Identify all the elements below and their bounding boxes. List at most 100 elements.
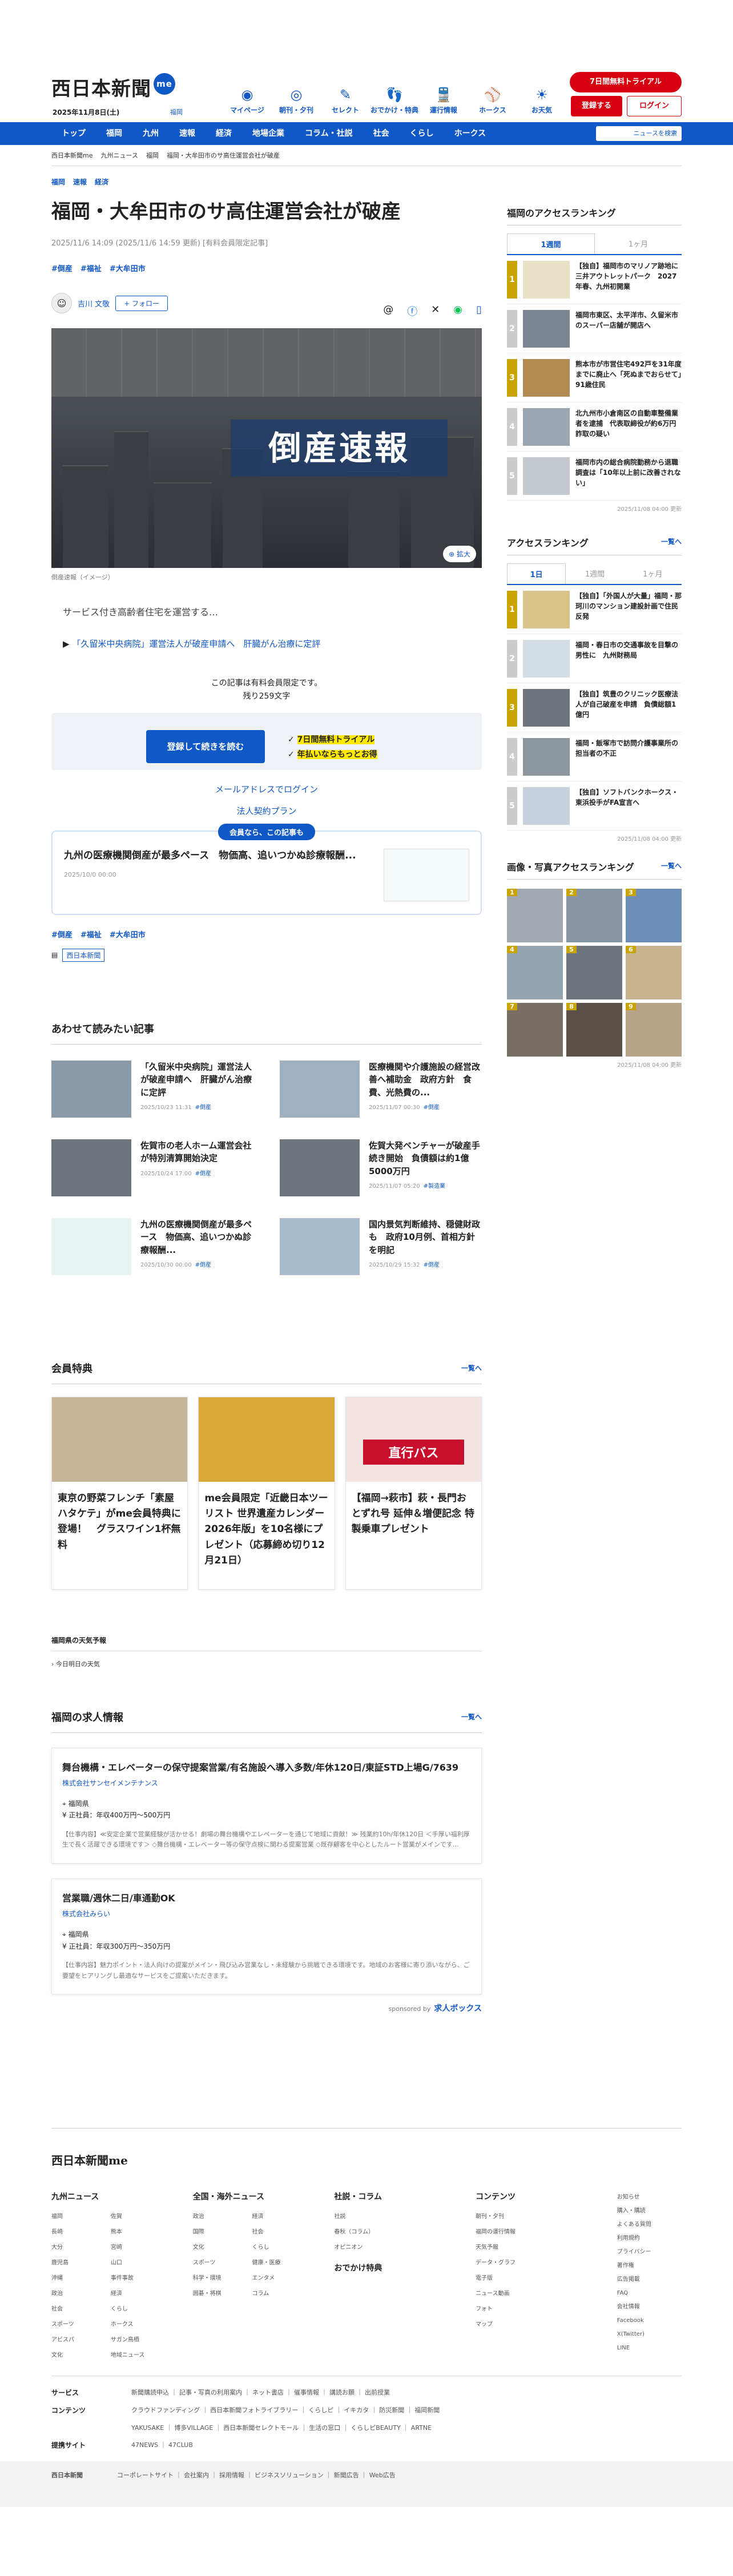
jobs-more-link[interactable]: 一覧へ	[461, 1712, 482, 1722]
footer-link[interactable]: FAQ	[617, 2287, 682, 2300]
ranking-item[interactable]: 5 福岡市内の総合病院勤務から退職 調査は「10年以上前に改善されない」	[507, 451, 685, 501]
photo-item[interactable]: 9	[626, 1003, 682, 1057]
footer-link[interactable]: 事件事故	[111, 2273, 170, 2281]
footer-link[interactable]: 利用規約	[617, 2232, 682, 2246]
footer-link[interactable]: 長崎	[51, 2227, 111, 2235]
nav-kyushu[interactable]: 九州	[132, 122, 169, 145]
photo-item[interactable]: 3	[626, 889, 682, 942]
footer-link[interactable]: エンタメ	[252, 2273, 312, 2281]
photo-more-link[interactable]: 一覧へ	[661, 861, 682, 870]
footer-link[interactable]: 熊本	[111, 2227, 170, 2235]
ranking-item[interactable]: 2 福岡市東区、太平洋市、久留米市のスーパー店舗が開店へ	[507, 304, 682, 353]
footer-link[interactable]: Facebook	[617, 2314, 682, 2328]
footer-link[interactable]: 囲碁・将棋	[193, 2288, 252, 2297]
ranking-item[interactable]: 3 【独自】筑豊のクリニック医療法人が自己破産を申請 負債総額1億円	[507, 683, 682, 732]
footer-link[interactable]: 社会	[252, 2227, 312, 2235]
footer-link[interactable]: よくある質問	[617, 2218, 682, 2232]
footer-link[interactable]: ホークス	[111, 2319, 170, 2328]
perk-card[interactable]: 直行バス 【福岡→萩市】萩・長門おとずれ号 延伸＆増便記念 特製乗車プレゼント	[345, 1396, 482, 1590]
bookmark-icon[interactable]: ▯	[476, 304, 482, 319]
search-icon[interactable]: ⌕	[674, 128, 677, 136]
footer-link[interactable]: サガン鳥栖	[111, 2335, 170, 2343]
perk-card[interactable]: 東京の野菜フレンチ「素屋ハタケテ」がme会員特典に登場！ グラスワイン1杯無料	[51, 1396, 188, 1590]
ranking-item[interactable]: 4 福岡・飯塚市で訪問介護事業所の担当者の不正	[507, 732, 682, 781]
corporate-plan-link[interactable]: 法人契約プラン	[51, 804, 482, 818]
related-item[interactable]: 医療機関や介護施設の経営改善へ補助金 政府方針 食費、光熱費の... 2025/1…	[280, 1060, 482, 1118]
footer-link[interactable]: 購入・購読	[617, 2204, 682, 2218]
nav-top[interactable]: トップ	[51, 122, 96, 145]
footer-link[interactable]: くらし	[252, 2242, 312, 2251]
footer-corp-links[interactable]: コーポレートサイト ｜ 会社案内 ｜ 採用情報 ｜ ビジネスソリューション ｜ …	[117, 2470, 396, 2480]
footer-link[interactable]: 朝刊・夕刊	[476, 2211, 594, 2220]
breadcrumb-item[interactable]: 西日本新聞me	[51, 151, 92, 160]
ranking-item[interactable]: 3 熊本市が市営住宅492戸を31年度までに廃止へ「死ぬまでおらせて」91歳住民	[507, 353, 682, 402]
footer-links[interactable]: 社説春秋（コラム） オピニオン	[334, 2211, 453, 2251]
related-inline-link[interactable]: ▶ 「久留米中央病院」運営法人が破産申請へ 肝臓がん治療に定評	[51, 638, 482, 650]
photo-item[interactable]: 5	[566, 946, 622, 999]
tab-month[interactable]: 1ヶ月	[624, 563, 682, 584]
footer-link[interactable]: スポーツ	[51, 2319, 111, 2328]
footer-link[interactable]: お知らせ	[617, 2191, 682, 2204]
footer-links[interactable]: 政治 経済 国際 社会 文化 くらし スポーツ 健康・医療 科学・環境 エンタメ 囲碁・将棋 コラム	[193, 2211, 312, 2297]
email-login-link[interactable]: メールアドレスでログイン	[51, 783, 482, 796]
footer-link[interactable]: コラム	[252, 2288, 312, 2297]
author-name[interactable]: 吉川 文敬	[78, 298, 110, 309]
header-paper[interactable]: ◎ 朝刊・夕刊	[272, 84, 321, 115]
footer-link[interactable]: 福岡	[51, 2211, 111, 2220]
job-card[interactable]: 舞台機構・エレベーターの保守提案営業/有名施設へ導入多数/年休120日/東証ST…	[51, 1747, 482, 1864]
footer-link[interactable]: 天気予報	[476, 2242, 594, 2251]
footer-link[interactable]: オピニオン	[334, 2242, 453, 2251]
footer-link[interactable]: 大分	[51, 2242, 111, 2251]
photo-item[interactable]: 2	[566, 889, 622, 942]
photo-item[interactable]: 8	[566, 1003, 622, 1057]
category-tag[interactable]: 速報	[73, 177, 87, 187]
nav-hawks[interactable]: ホークス	[444, 122, 497, 145]
x-icon[interactable]: ✕	[431, 304, 440, 319]
rank-more-link[interactable]: 一覧へ	[661, 537, 682, 546]
nav-breaking[interactable]: 速報	[169, 122, 206, 145]
search-input[interactable]: ニュースを検索 ⌕	[596, 126, 682, 141]
tab-month[interactable]: 1ヶ月	[595, 233, 682, 254]
footer-row[interactable]: サービス 新聞購読申込 ｜ 記事・写真の利用案内 ｜ ネット書店 ｜ 催事情報 ｜…	[51, 2388, 682, 2397]
footer-link[interactable]: 鹿児島	[51, 2257, 111, 2266]
trial-button[interactable]: 7日間無料トライアル	[570, 72, 682, 92]
hashtag[interactable]: #大牟田市	[110, 929, 146, 940]
zoom-button[interactable]: ⊕ 拡大	[443, 546, 476, 563]
header-weather[interactable]: ☀ お天気	[517, 84, 566, 115]
hashtag[interactable]: #福祉	[80, 263, 102, 273]
footer-links[interactable]: 福岡 佐賀 長崎 熊本 大分 宮崎 鹿児島 山口 沖縄 事件事故 政治 経済 社会 くらし スポーツ ホークス…	[51, 2211, 170, 2359]
related-item[interactable]: 佐賀大発ベンチャーが破産手続き開始 負債額は約1億5000万円 2025/11/0…	[280, 1139, 482, 1196]
register-continue-button[interactable]: 登録して続きを読む	[146, 729, 265, 763]
nav-society[interactable]: 社会	[363, 122, 400, 145]
sponsor-logo[interactable]: 求人ボックス	[434, 2004, 482, 2013]
header-mypage[interactable]: ◉ マイページ	[223, 84, 272, 115]
ranking-item[interactable]: 2 福岡・春日市の交通事故を目撃の男性に 九州財務局	[507, 634, 682, 683]
facebook-icon[interactable]: ⓕ	[407, 304, 417, 319]
related-item[interactable]: 国内景気判断維持、穏健財政も 政府10月例、首相方針を明記 2025/10/29 …	[280, 1218, 482, 1275]
footer-link[interactable]: 電子版	[476, 2273, 594, 2281]
member-recommend-card[interactable]: 会員なら、この記事も 九州の医療機関倒産が最多ペース 物価高、追いつかぬ診療報酬…	[51, 823, 482, 915]
footer-row[interactable]: コンテンツ クラウドファンディング ｜ 西日本新聞フォトライブラリー ｜ くらしピ…	[51, 2405, 682, 2415]
related-item[interactable]: 佐賀市の老人ホーム運営会社が特別清算開始決定 2025/10/24 17:00 #倒…	[51, 1139, 253, 1196]
category-tag[interactable]: 経済	[95, 177, 108, 187]
photo-item[interactable]: 1	[507, 889, 563, 942]
region-selector[interactable]: 福岡	[170, 107, 183, 116]
weather-link[interactable]: › 今日明日の天気	[51, 1659, 482, 1668]
photo-item[interactable]: 4	[507, 946, 563, 999]
footer-link[interactable]: マップ	[476, 2319, 594, 2328]
threads-icon[interactable]: @	[383, 304, 393, 319]
footer-row[interactable]: YAKUSAKE ｜ 博多VILLAGE ｜ 西日本新聞セレクトモール ｜ 生活…	[51, 2423, 682, 2432]
footer-right-links[interactable]: お知らせ 購入・購読 よくある質問 利用規約 プライバシー 著作権 広告掲載 FAQ 会社情報 F…	[617, 2191, 682, 2359]
header-select[interactable]: ✎ セレクト	[321, 84, 370, 115]
footer-row[interactable]: 提携サイト 47NEWS ｜ 47CLUB	[51, 2440, 682, 2450]
ranking-item[interactable]: 4 北九州市小倉南区の自動車整備業者を逮捕 代表取締役が約6万円詐取の疑い	[507, 402, 682, 451]
nav-column[interactable]: コラム・社説	[295, 122, 363, 145]
footer-link[interactable]: 国際	[193, 2227, 252, 2235]
footer-links[interactable]: 朝刊・夕刊 福岡の運行情報 天気予報 データ・グラフ 電子版 ニュース動画 フォト マップ	[476, 2211, 594, 2328]
perks-more-link[interactable]: 一覧へ	[461, 1363, 482, 1373]
footer-link[interactable]: 政治	[193, 2211, 252, 2220]
footer-link[interactable]: 春秋（コラム）	[334, 2227, 453, 2235]
footer-link[interactable]: 地域ニュース	[111, 2350, 170, 2359]
footer-link[interactable]: 社説	[334, 2211, 453, 2220]
tab-week[interactable]: 1週間	[507, 233, 595, 254]
